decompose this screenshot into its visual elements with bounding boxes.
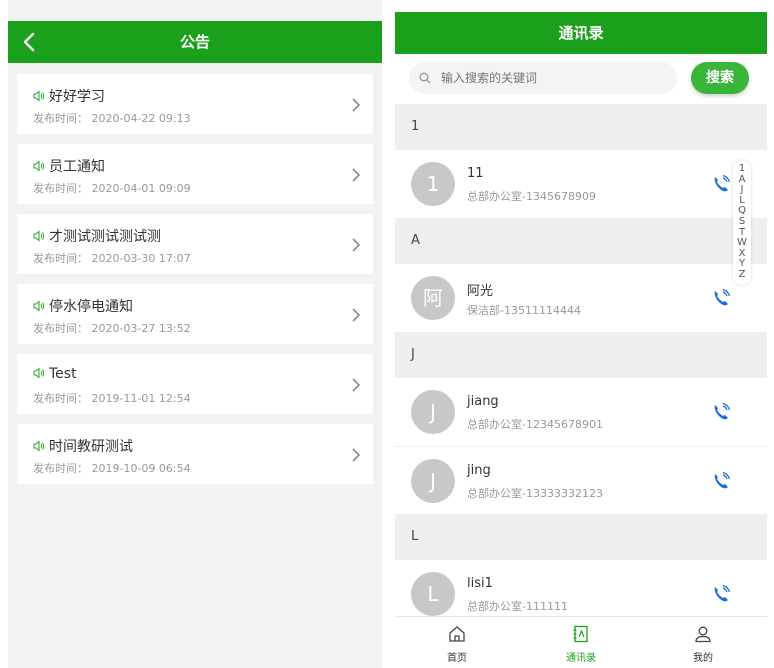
notice-title: Test	[49, 366, 77, 382]
notice-title: 才测试测试测试测	[49, 229, 161, 245]
chevron-right-icon	[352, 98, 361, 112]
contact-row[interactable]: J jiang 总部办公室-12345678901	[395, 378, 767, 446]
contacts-header: 通讯录	[395, 12, 767, 54]
notice-time: 发布时间： 2019-11-01 12:54	[33, 392, 191, 405]
notice-time: 发布时间： 2020-03-27 13:52	[33, 322, 191, 335]
notice-item[interactable]: 员工通知 发布时间： 2020-04-01 09:09	[17, 144, 373, 204]
notice-header: 公告	[8, 21, 382, 63]
avatar: 1	[411, 162, 455, 206]
tab-label: 我的	[693, 653, 713, 664]
search-icon	[419, 72, 431, 84]
contact-name: jing	[467, 463, 491, 478]
index-letter[interactable]: 1	[733, 163, 751, 175]
phone-icon[interactable]	[711, 471, 731, 491]
speaker-icon	[33, 440, 45, 452]
chevron-right-icon	[352, 378, 361, 392]
notice-time: 发布时间： 2019-10-09 06:54	[33, 462, 191, 475]
phone-icon[interactable]	[711, 288, 731, 308]
contacts-screen: 通讯录 搜索 1 1 11 总部办公室-1345678909 A 阿 阿光 保洁…	[395, 0, 767, 668]
phone-icon[interactable]	[711, 402, 731, 422]
search-button[interactable]: 搜索	[691, 62, 749, 94]
notice-title: 时间教研测试	[49, 439, 133, 455]
tab-home[interactable]: 首页	[417, 617, 497, 668]
contact-row[interactable]: 1 11 总部办公室-1345678909	[395, 150, 767, 218]
notice-item[interactable]: 时间教研测试 发布时间： 2019-10-09 06:54	[17, 424, 373, 484]
contact-dept: 总部办公室-12345678901	[467, 418, 603, 431]
notice-title: 员工通知	[49, 159, 105, 175]
tab-contacts[interactable]: 通讯录	[541, 617, 621, 668]
contact-dept: 总部办公室-1345678909	[467, 190, 596, 203]
notice-title: 好好学习	[49, 89, 105, 105]
speaker-icon	[33, 300, 45, 312]
avatar: 阿	[411, 276, 455, 320]
notice-time: 发布时间： 2020-04-01 09:09	[33, 182, 191, 195]
search-input[interactable]	[409, 62, 677, 94]
bottom-tab-bar: 首页 通讯录 我的	[395, 616, 767, 668]
section-header: J	[395, 332, 767, 378]
section-header: 1	[395, 104, 767, 150]
speaker-icon	[33, 367, 45, 379]
speaker-icon	[33, 90, 45, 102]
page-title: 公告	[179, 33, 210, 51]
speaker-icon	[33, 160, 45, 172]
notice-item[interactable]: 好好学习 发布时间： 2020-04-22 09:13	[17, 74, 373, 134]
contact-row[interactable]: 阿 阿光 保洁部-13511114444	[395, 264, 767, 332]
notice-time: 发布时间： 2020-03-30 17:07	[33, 252, 191, 265]
avatar: L	[411, 572, 455, 616]
search-bar: 搜索	[395, 54, 767, 104]
section-header: A	[395, 218, 767, 264]
tab-mine[interactable]: 我的	[663, 617, 743, 668]
contact-dept: 总部办公室-13333332123	[467, 487, 603, 500]
phone-icon[interactable]	[711, 174, 731, 194]
notice-title: 停水停电通知	[49, 299, 133, 315]
contact-name: lisi1	[467, 576, 493, 591]
avatar: J	[411, 390, 455, 434]
tab-label: 通讯录	[566, 653, 596, 664]
user-icon	[695, 626, 711, 643]
contact-dept: 保洁部-13511114444	[467, 304, 581, 317]
tab-label: 首页	[447, 653, 467, 664]
home-icon	[449, 626, 465, 642]
contact-name: jiang	[467, 394, 499, 409]
contact-row[interactable]: J jing 总部办公室-13333332123	[395, 446, 767, 515]
page-title: 通讯录	[558, 24, 604, 42]
notice-item[interactable]: 停水停电通知 发布时间： 2020-03-27 13:52	[17, 284, 373, 344]
top-spacer	[395, 0, 767, 12]
chevron-right-icon	[352, 168, 361, 182]
chevron-right-icon	[352, 448, 361, 462]
notice-screen: 公告 好好学习 发布时间： 2020-04-22 09:13 员工通知 发布时间…	[8, 0, 382, 668]
notice-time: 发布时间： 2020-04-22 09:13	[33, 112, 191, 125]
contact-dept: 总部办公室-111111	[467, 600, 568, 613]
notice-item[interactable]: Test 发布时间： 2019-11-01 12:54	[17, 354, 373, 414]
chevron-right-icon	[352, 308, 361, 322]
avatar: J	[411, 459, 455, 503]
notice-item[interactable]: 才测试测试测试测 发布时间： 2020-03-30 17:07	[17, 214, 373, 274]
contact-name: 11	[467, 166, 484, 181]
speaker-icon	[33, 230, 45, 242]
chevron-right-icon	[352, 238, 361, 252]
phone-icon[interactable]	[711, 584, 731, 604]
index-letter[interactable]: S	[733, 216, 751, 228]
section-header: L	[395, 514, 767, 560]
contacts-icon	[573, 625, 588, 643]
index-letter[interactable]: Z	[733, 269, 751, 281]
contact-name: 阿光	[467, 284, 494, 299]
alphabet-index[interactable]: 1 A J L Q S T W X Y Z	[733, 160, 751, 285]
